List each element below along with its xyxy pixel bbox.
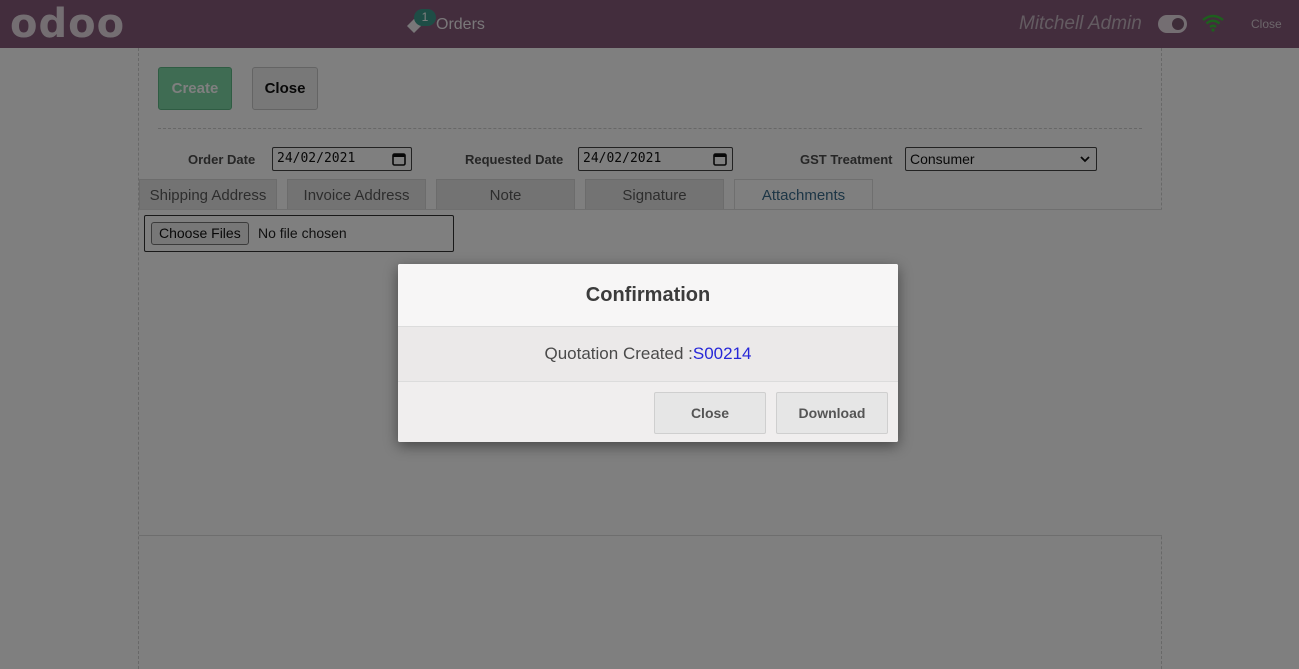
- dialog-footer: Close Download: [398, 382, 898, 442]
- dialog-header: Confirmation: [398, 264, 898, 327]
- dialog-message: Quotation Created :S00214: [398, 344, 898, 364]
- dialog-body: Quotation Created :S00214: [398, 327, 898, 382]
- dialog-message-prefix: Quotation Created :: [544, 344, 693, 363]
- confirmation-dialog: Confirmation Quotation Created :S00214 C…: [398, 264, 898, 442]
- dialog-close-button[interactable]: Close: [654, 392, 766, 434]
- quotation-reference-link[interactable]: S00214: [693, 344, 752, 363]
- dialog-title: Confirmation: [585, 284, 711, 306]
- download-button[interactable]: Download: [776, 392, 888, 434]
